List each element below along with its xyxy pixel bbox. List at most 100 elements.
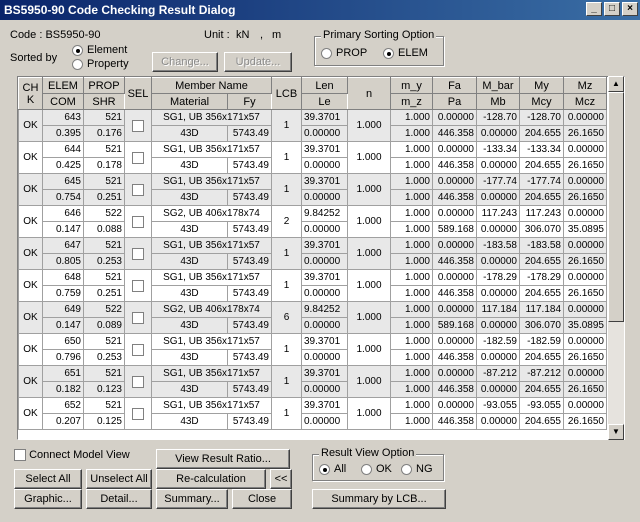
lcb-cell: 1 [271, 237, 302, 270]
header-len[interactable]: Len [301, 77, 348, 94]
mcz-cell: 26.1650 [563, 349, 607, 366]
scroll-up-icon[interactable]: ▲ [608, 76, 624, 92]
select-checkbox[interactable] [132, 311, 144, 324]
header-my[interactable]: My [519, 77, 564, 94]
table-row[interactable]: OK 647 521 SG1, UB 356x171x57 1 39.3701 1.000 1… [18, 237, 607, 270]
table-row[interactable]: 0.754 0.251 43D 5743.49 0.00000 1.000 446.358 0… [19, 189, 607, 206]
select-checkbox[interactable] [132, 375, 144, 388]
header-m-z[interactable]: m_z [390, 93, 433, 110]
summary-by-lcb-button[interactable]: Summary by LCB... [312, 489, 446, 509]
header-shr[interactable]: SHR [83, 93, 125, 110]
header-elem[interactable]: ELEM [42, 77, 84, 94]
table-row[interactable]: OK 650 521 SG1, UB 356x171x57 1 39.3701 1.000 1… [18, 333, 607, 366]
summary-button[interactable]: Summary... [156, 489, 228, 509]
update-button[interactable]: Update... [224, 52, 292, 72]
header-mz[interactable]: Mz [563, 77, 607, 94]
select-checkbox[interactable] [132, 119, 144, 132]
header-material[interactable]: Material [151, 93, 228, 110]
scroll-down-icon[interactable]: ▼ [608, 424, 624, 440]
header-m-bar[interactable]: M_bar [476, 77, 520, 94]
select-checkbox[interactable] [132, 215, 144, 228]
len-cell: 39.3701 [301, 269, 348, 286]
maximize-button[interactable]: □ [604, 2, 620, 16]
header-fa[interactable]: Fa [432, 77, 477, 94]
select-checkbox[interactable] [132, 343, 144, 356]
table-row[interactable]: OK 649 522 SG2, UB 406x178x74 6 9.84252 1.000 1… [18, 301, 607, 334]
len-cell: 39.3701 [301, 237, 348, 254]
elem-cell: 644 [42, 141, 84, 158]
table-row[interactable]: 0.796 0.253 43D 5743.49 0.00000 1.000 446.358 0… [19, 349, 607, 366]
select-checkbox[interactable] [132, 407, 144, 420]
table-row[interactable]: OK 646 522 SG2, UB 406x178x74 2 9.84252 1.000 1… [18, 205, 607, 238]
unselect-all-button[interactable]: Unselect All [86, 469, 152, 489]
close-window-button[interactable]: × [622, 2, 638, 16]
table-row[interactable]: 0.207 0.125 43D 5743.49 0.00000 1.000 446.358 0… [19, 413, 607, 430]
lcb-cell: 1 [271, 141, 302, 174]
scroll-thumb[interactable] [608, 92, 624, 322]
select-checkbox[interactable] [132, 247, 144, 260]
recalculation-button[interactable]: Re-calculation [156, 469, 266, 489]
graphic-button[interactable]: Graphic... [14, 489, 82, 509]
sel-cell [124, 269, 152, 302]
header-mcy[interactable]: Mcy [519, 93, 564, 110]
table-row[interactable]: OK 645 521 SG1, UB 356x171x57 1 39.3701 1.000 1… [18, 173, 607, 206]
table-row[interactable]: 0.425 0.178 43D 5743.49 0.00000 1.000 446.358 0… [19, 157, 607, 174]
radio-icon [72, 58, 83, 70]
m-y-cell: 1.000 [390, 141, 433, 158]
header-pa[interactable]: Pa [432, 93, 477, 110]
table-row[interactable]: 0.395 0.176 43D 5743.49 0.00000 1.000 446.358 0… [19, 125, 607, 142]
chk-cell: OK [18, 365, 43, 398]
header-com[interactable]: COM [42, 93, 84, 110]
header-m-y[interactable]: m_y [390, 77, 433, 94]
m-y-cell: 1.000 [390, 109, 433, 126]
mb-cell: 0.00000 [476, 157, 520, 174]
sel-cell [124, 397, 152, 430]
fa-cell: 0.00000 [432, 173, 477, 190]
result-view-all-radio[interactable]: All [319, 463, 346, 475]
primary-sort-elem-radio[interactable]: ELEM [383, 47, 428, 59]
header-lcb[interactable]: LCB [271, 77, 302, 110]
result-view-ng-radio[interactable]: NG [401, 463, 433, 475]
shr-cell: 0.089 [83, 317, 125, 334]
header-prop[interactable]: PROP [83, 77, 125, 94]
table-row[interactable]: OK 651 521 SG1, UB 356x171x57 1 39.3701 1.000 1… [18, 365, 607, 398]
change-button[interactable]: Change... [152, 52, 218, 72]
collapse-button[interactable]: << [270, 469, 292, 489]
select-all-button[interactable]: Select All [14, 469, 82, 489]
sort-element-radio[interactable]: Element [72, 44, 127, 56]
m-z-cell: 1.000 [390, 189, 433, 206]
select-checkbox[interactable] [132, 279, 144, 292]
table-row[interactable]: OK 652 521 SG1, UB 356x171x57 1 39.3701 1.000 1… [18, 397, 607, 430]
connect-model-view-checkbox[interactable]: Connect Model View [14, 449, 130, 462]
table-row[interactable]: 0.182 0.123 43D 5743.49 0.00000 1.000 446.358 0… [19, 381, 607, 398]
header-n[interactable]: n [347, 77, 391, 110]
primary-sort-prop-radio[interactable]: PROP [321, 47, 367, 59]
result-view-ok-radio[interactable]: OK [361, 463, 392, 475]
header-sel[interactable]: SEL [124, 77, 152, 110]
header-mb[interactable]: Mb [476, 93, 520, 110]
sort-property-radio[interactable]: Property [72, 58, 129, 70]
m-z-cell: 1.000 [390, 157, 433, 174]
header-mcz[interactable]: Mcz [563, 93, 607, 110]
results-grid[interactable]: CH K ELEM PROP SEL Member Name LCB Len n… [17, 76, 625, 440]
header-le[interactable]: Le [301, 93, 348, 110]
table-row[interactable]: 0.147 0.088 43D 5743.49 0.00000 1.000 589.168 0… [19, 221, 607, 238]
fa-cell: 0.00000 [432, 301, 477, 318]
detail-button[interactable]: Detail... [86, 489, 152, 509]
table-row[interactable]: OK 644 521 SG1, UB 356x171x57 1 39.3701 1.000 1… [18, 141, 607, 174]
table-row[interactable]: OK 648 521 SG1, UB 356x171x57 1 39.3701 1.000 1… [18, 269, 607, 302]
vertical-scrollbar[interactable]: ▲ ▼ [608, 76, 624, 440]
view-result-ratio-button[interactable]: View Result Ratio... [156, 449, 290, 469]
close-button[interactable]: Close [232, 489, 292, 509]
select-checkbox[interactable] [132, 183, 144, 196]
table-row[interactable]: 0.805 0.253 43D 5743.49 0.00000 1.000 446.358 0… [19, 253, 607, 270]
table-row[interactable]: 0.759 0.251 43D 5743.49 0.00000 1.000 446.358 0… [19, 285, 607, 302]
select-checkbox[interactable] [132, 151, 144, 164]
minimize-button[interactable]: _ [586, 2, 602, 16]
header-member-name[interactable]: Member Name [151, 77, 272, 94]
table-row[interactable]: OK 643 521 SG1, UB 356x171x57 1 39.3701 1.000 1… [18, 109, 607, 142]
member-name-cell: SG1, UB 356x171x57 [151, 109, 272, 126]
table-row[interactable]: 0.147 0.089 43D 5743.49 0.00000 1.000 589.168 0… [19, 317, 607, 334]
header-fy[interactable]: Fy [227, 93, 272, 110]
header-chk[interactable]: CH K [18, 77, 43, 110]
